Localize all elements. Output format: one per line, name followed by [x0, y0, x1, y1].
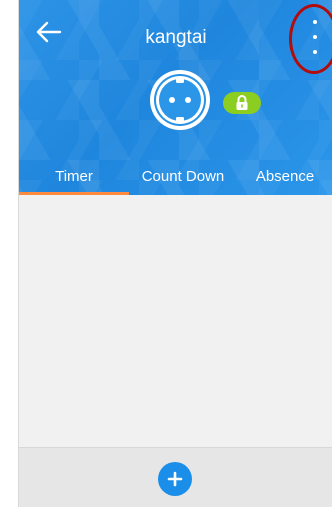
tab-absence[interactable]: Absence	[237, 158, 332, 195]
power-socket-icon	[150, 70, 210, 130]
tab-label: Absence	[255, 168, 315, 185]
add-timer-button[interactable]	[158, 462, 192, 496]
device-title: kangtai	[145, 27, 207, 48]
tab-timer[interactable]: Timer	[19, 158, 129, 195]
plus-icon	[167, 471, 183, 487]
tab-label: Timer	[55, 168, 93, 185]
lock-icon	[236, 95, 248, 110]
tab-label: Count Down	[141, 168, 225, 185]
app-screen: kangtai Timer Count Down Absence	[18, 0, 332, 507]
lock-badge[interactable]	[223, 92, 261, 114]
more-options-button[interactable]	[307, 20, 323, 54]
mode-tabs: Timer Count Down Absence	[19, 158, 332, 195]
power-socket-button[interactable]	[148, 68, 212, 132]
more-vertical-icon	[313, 20, 317, 24]
timer-list-area[interactable]	[19, 195, 332, 447]
tab-count-down[interactable]: Count Down	[129, 158, 237, 195]
device-header: kangtai Timer Count Down Absence	[19, 0, 332, 195]
